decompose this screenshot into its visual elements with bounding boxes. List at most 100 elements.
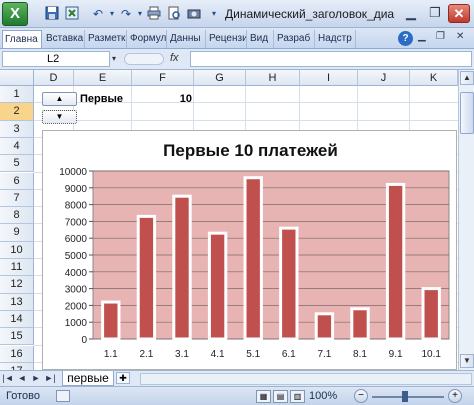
row-header-6[interactable]: 6 [0, 172, 34, 190]
help-icon[interactable]: ? [398, 31, 413, 46]
column-header-k[interactable]: K [410, 70, 458, 86]
next-sheet-button[interactable]: ► [30, 372, 42, 385]
x-tick-label: 6.1 [282, 349, 296, 360]
row-header-4[interactable]: 4 [0, 137, 34, 156]
workbook-close-icon[interactable]: ✕ [456, 31, 464, 42]
page-layout-view-button[interactable]: ▤ [273, 390, 288, 403]
tab-addins[interactable]: Надстр [316, 30, 356, 48]
formula-divider-handle[interactable] [124, 53, 164, 65]
x-tick-label: 1.1 [104, 349, 118, 360]
tab-review[interactable]: Рецензи [207, 30, 247, 48]
chart[interactable]: Первые 10 платежей 0 1000 2000 3000 4000 5000… [42, 130, 457, 370]
name-box-dropdown-icon[interactable]: ▾ [112, 54, 116, 63]
tab-insert[interactable]: Вставка [44, 30, 85, 48]
row-header-3[interactable]: 3 [0, 120, 34, 138]
scroll-thumb[interactable] [460, 92, 474, 134]
page-break-view-button[interactable]: ▥ [290, 390, 305, 403]
row-header-17[interactable]: 17 [0, 362, 34, 370]
row-header-8[interactable]: 8 [0, 207, 34, 225]
bar [172, 194, 192, 341]
y-tick-label: 2000 [65, 301, 88, 312]
row-header-16[interactable]: 16 [0, 345, 34, 363]
spinner-down-button[interactable]: ▼ [42, 110, 77, 124]
tab-formulas[interactable]: Формул [128, 30, 167, 48]
row-header-10[interactable]: 10 [0, 241, 34, 259]
tab-home[interactable]: Главна [2, 30, 42, 48]
row-header-1[interactable]: 1 [0, 86, 34, 104]
tab-developer[interactable]: Разраб [275, 30, 315, 48]
y-tick-label: 1000 [65, 318, 88, 329]
bar [385, 182, 406, 341]
tab-data[interactable]: Данны [168, 30, 206, 48]
row-header-14[interactable]: 14 [0, 310, 34, 329]
zoom-slider-track[interactable] [372, 396, 444, 398]
first-sheet-button[interactable]: |◄ [2, 372, 14, 385]
y-tick-label: 0 [81, 335, 87, 346]
vertical-scrollbar[interactable]: ▲ ▼ [458, 70, 474, 370]
status-bar: Готово ▦ ▤ ▥ 100% − + [0, 386, 474, 405]
bar [207, 231, 228, 341]
scroll-up-button[interactable]: ▲ [460, 71, 474, 85]
y-tick-label: 7000 [65, 217, 88, 228]
column-header-i[interactable]: I [300, 70, 358, 86]
column-header-e[interactable]: E [74, 70, 132, 86]
zoom-out-button[interactable]: − [354, 389, 368, 403]
window-title: Динамический_заголовок_диаг... [225, 7, 395, 21]
zoom-in-button[interactable]: + [448, 389, 462, 403]
formula-input[interactable] [190, 51, 472, 67]
column-header-h[interactable]: H [246, 70, 300, 86]
sheet-tabs-bar: |◄ ◄ ► ►| первые ✚ [0, 370, 474, 386]
row-header-13[interactable]: 13 [0, 293, 34, 311]
sheet-tab-active[interactable]: первые [62, 371, 114, 386]
column-header-f[interactable]: F [132, 70, 194, 86]
camera-icon[interactable] [186, 6, 202, 22]
print-preview-icon[interactable] [166, 6, 182, 22]
row-header-15[interactable]: 15 [0, 328, 34, 346]
customize-dropdown-icon[interactable]: ▾ [206, 6, 222, 22]
worksheet-grid[interactable]: D E F G H I J K 123456789101112131415161… [0, 70, 458, 370]
tab-view[interactable]: Вид [248, 30, 274, 48]
tab-page-layout[interactable]: Разметка [86, 30, 127, 48]
column-header-j[interactable]: J [358, 70, 410, 86]
cell-e1[interactable]: Первые [80, 90, 123, 108]
normal-view-button[interactable]: ▦ [256, 390, 271, 403]
column-header-g[interactable]: G [194, 70, 246, 86]
horizontal-scrollbar[interactable] [140, 373, 472, 385]
prev-sheet-button[interactable]: ◄ [16, 372, 28, 385]
spinner-up-button[interactable]: ▲ [42, 92, 77, 106]
row-header-11[interactable]: 11 [0, 259, 34, 277]
y-tick-label: 5000 [65, 251, 88, 262]
row-gridline [34, 119, 458, 121]
row-header-7[interactable]: 7 [0, 189, 34, 208]
excel-mini-icon[interactable] [64, 6, 80, 22]
ribbon-minimize-icon[interactable]: ▁ [418, 31, 426, 42]
ribbon-tabs: Главна Вставка Разметка Формул Данны Рец… [0, 28, 474, 49]
macro-record-icon[interactable] [56, 390, 70, 402]
bar [136, 214, 157, 341]
bar [101, 300, 121, 341]
x-tick-label: 4.1 [211, 349, 225, 360]
fx-icon[interactable]: fx [170, 52, 186, 66]
zoom-level[interactable]: 100% [309, 390, 337, 402]
name-box[interactable]: L2 [2, 51, 110, 67]
row-header-9[interactable]: 9 [0, 224, 34, 242]
scroll-down-button[interactable]: ▼ [460, 354, 474, 368]
maximize-button[interactable]: ❐ [424, 4, 446, 23]
row-header-5[interactable]: 5 [0, 155, 34, 173]
row-header-12[interactable]: 12 [0, 276, 34, 294]
minimize-button[interactable]: ▁ [400, 4, 422, 23]
cell-f1[interactable]: 10 [132, 90, 192, 108]
ribbon-restore-icon[interactable]: ❐ [436, 31, 445, 42]
bar [243, 176, 263, 341]
last-sheet-button[interactable]: ►| [44, 372, 56, 385]
close-button[interactable]: ✕ [448, 4, 470, 23]
insert-sheet-icon[interactable]: ✚ [116, 372, 130, 384]
row-header-2[interactable]: 2 [0, 103, 34, 121]
print-icon[interactable] [146, 6, 162, 22]
zoom-slider-thumb[interactable] [402, 391, 408, 402]
excel-logo-icon[interactable]: X [2, 2, 28, 26]
x-tick-label: 5.1 [246, 349, 260, 360]
select-all-corner[interactable] [0, 70, 34, 86]
column-header-d[interactable]: D [34, 70, 74, 86]
save-icon[interactable] [44, 6, 60, 22]
